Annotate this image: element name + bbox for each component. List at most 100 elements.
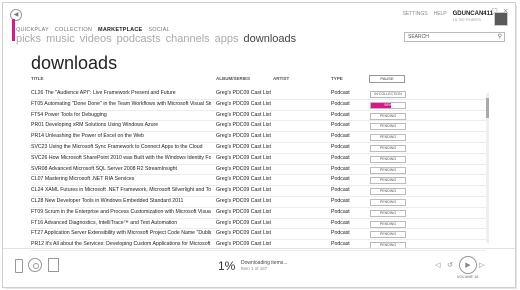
download-progress-bar[interactable]: 59% [370,101,406,109]
row-type: Podcast [331,133,350,140]
row-title: CL07 Mastering Microsoft .NET RIA Servic… [31,176,135,183]
download-status: Downloading items... Item 1 of 157 [241,260,287,272]
column-title[interactable]: TITLE [31,76,44,81]
table-row[interactable]: FT54 Power Tools for Debugging Greg's PDC… [31,111,486,122]
row-status-badge[interactable]: PENDING [370,123,406,131]
row-type: Podcast [331,176,350,183]
table-row[interactable]: FT05 Automating "Done Done" in the Team … [31,100,486,111]
row-type: Podcast [331,165,350,172]
row-album: Greg's PDC09 Cast List [216,143,271,150]
next-icon[interactable]: ▷ [479,261,484,269]
subnav-videos[interactable]: videos [80,33,112,45]
row-title: FT09 Scrum in the Enterprise and Process… [31,208,211,215]
row-album: Greg's PDC09 Cast List [216,165,271,172]
zune-window: ◀ – □ × SETTINGS HELP GDUNCAN411 15,787 … [2,2,516,288]
table-row[interactable]: SVC26 How Microsoft SharePoint 2010 was … [31,154,486,165]
subnav-music[interactable]: music [46,33,75,45]
row-status-badge[interactable]: PENDING [370,166,406,174]
row-title: FT16 Advanced Diagnostics, IntelliTrace™… [31,219,178,226]
row-album: Greg's PDC09 Cast List [216,111,271,118]
table-row[interactable]: CL07 Mastering Microsoft .NET RIA Servic… [31,175,486,187]
row-type: Podcast [331,219,350,226]
row-type: Podcast [331,197,350,204]
previous-icon[interactable]: ◁ [435,261,440,269]
table-row[interactable]: SVR08 Advanced Microsoft SQL Server 2008… [31,165,486,176]
row-title: PR01 Developing xRM Solutions Using Wind… [31,122,159,129]
row-type: Podcast [331,143,350,150]
settings-link[interactable]: SETTINGS [403,11,428,17]
subnav-downloads[interactable]: downloads [244,33,297,45]
row-status-badge[interactable]: PENDING [370,144,406,152]
row-album: Greg's PDC09 Cast List [216,208,271,215]
table-row[interactable]: SVC23 Using the Microsoft Sync Framework… [31,143,486,154]
download-item-count: Item 1 of 157 [241,266,268,271]
row-type: Podcast [331,230,350,237]
row-type: Podcast [331,187,350,194]
search-input[interactable]: SEARCH ⚲ [404,32,505,42]
column-artist[interactable]: ARTIST [273,76,289,81]
row-album: Greg's PDC09 Cast List [216,176,271,183]
table-row[interactable]: FT27 Application Server Extensibility wi… [31,229,486,241]
row-status-badge[interactable]: PENDING [370,231,406,239]
page-title: downloads [31,53,118,73]
column-type[interactable]: TYPE [331,76,343,81]
scrollbar-thumb[interactable] [486,98,489,118]
row-title: PR14 Unleashing the Power of Excel on th… [31,133,144,140]
table-row[interactable]: CL24 XAML Futures in Microsoft .NET Fram… [31,186,486,197]
play-button[interactable]: ▶ [459,256,477,274]
pause-all-button[interactable]: PAUSE [369,75,405,83]
row-status-badge[interactable]: PENDING [370,155,406,163]
row-status-badge[interactable]: PENDING [370,177,406,185]
row-type: Podcast [331,90,350,96]
row-album: Greg's PDC09 Cast List [216,219,271,226]
user-points: 15,787 POINTS [452,17,481,22]
help-link[interactable]: HELP [434,11,447,17]
download-percent: 1% [218,259,236,273]
table-row[interactable]: CL28 New Developer Tools in Windows Embe… [31,197,486,208]
row-title: SVR08 Advanced Microsoft SQL Server 2008… [31,165,177,172]
table-row[interactable]: PR14 Unleashing the Power of Excel on th… [31,132,486,143]
row-status-badge[interactable]: PENDING [370,134,406,142]
marketplace-subnav: picks music videos podcasts channels app… [16,33,296,45]
row-status-badge[interactable]: IN COLLECTION [370,91,406,98]
subnav-apps[interactable]: apps [215,33,239,45]
row-title: SVC26 How Microsoft SharePoint 2010 was … [31,154,211,161]
row-status-badge[interactable]: PENDING [370,220,406,228]
subnav-picks[interactable]: picks [16,33,41,45]
table-row[interactable]: PR01 Developing xRM Solutions Using Wind… [31,121,486,133]
subnav-channels[interactable]: channels [166,33,210,45]
subnav-podcasts[interactable]: podcasts [117,33,161,45]
row-status-badge[interactable]: PENDING [370,209,406,217]
download-progress-label: 59% [384,102,392,107]
disc-icon[interactable] [28,258,42,272]
footer-bar: 1% Downloading items... Item 1 of 157 ◁ … [3,248,515,287]
table-row[interactable]: FT16 Advanced Diagnostics, IntelliTrace™… [31,219,486,230]
row-title: FT27 Application Server Extensibility wi… [31,230,211,237]
row-status-badge[interactable]: PENDING [370,112,406,120]
search-placeholder: SEARCH [408,34,429,40]
downloads-list: CL26 The "Audience API": Live Framework … [31,89,486,251]
scrollbar[interactable] [486,93,489,243]
row-status-badge[interactable]: PENDING [370,198,406,206]
device-icon[interactable] [15,259,23,273]
row-type: Podcast [331,122,350,129]
search-icon[interactable]: ⚲ [498,33,502,41]
row-title: CL26 The "Audience API": Live Framework … [31,90,176,96]
brand-accent-bar [12,19,15,41]
table-row[interactable]: CL26 The "Audience API": Live Framework … [31,89,486,100]
row-album: Greg's PDC09 Cast List [216,90,271,96]
row-album: Greg's PDC09 Cast List [216,154,271,161]
playlist-icon[interactable] [48,258,59,272]
row-type: Podcast [331,100,350,107]
row-album: Greg's PDC09 Cast List [216,197,271,204]
row-status-badge[interactable]: PENDING [370,188,406,196]
rewind-icon[interactable]: ↺ [447,261,453,269]
row-title: SVC23 Using the Microsoft Sync Framework… [31,143,203,150]
row-type: Podcast [331,208,350,215]
volume-label[interactable]: VOLUME 16 [457,275,478,279]
column-album[interactable]: ALBUM/SERIES [216,76,250,81]
row-title: FT54 Power Tools for Debugging [31,111,107,118]
table-row[interactable]: FT09 Scrum in the Enterprise and Process… [31,208,486,219]
avatar[interactable] [494,12,508,26]
row-album: Greg's PDC09 Cast List [216,122,271,129]
